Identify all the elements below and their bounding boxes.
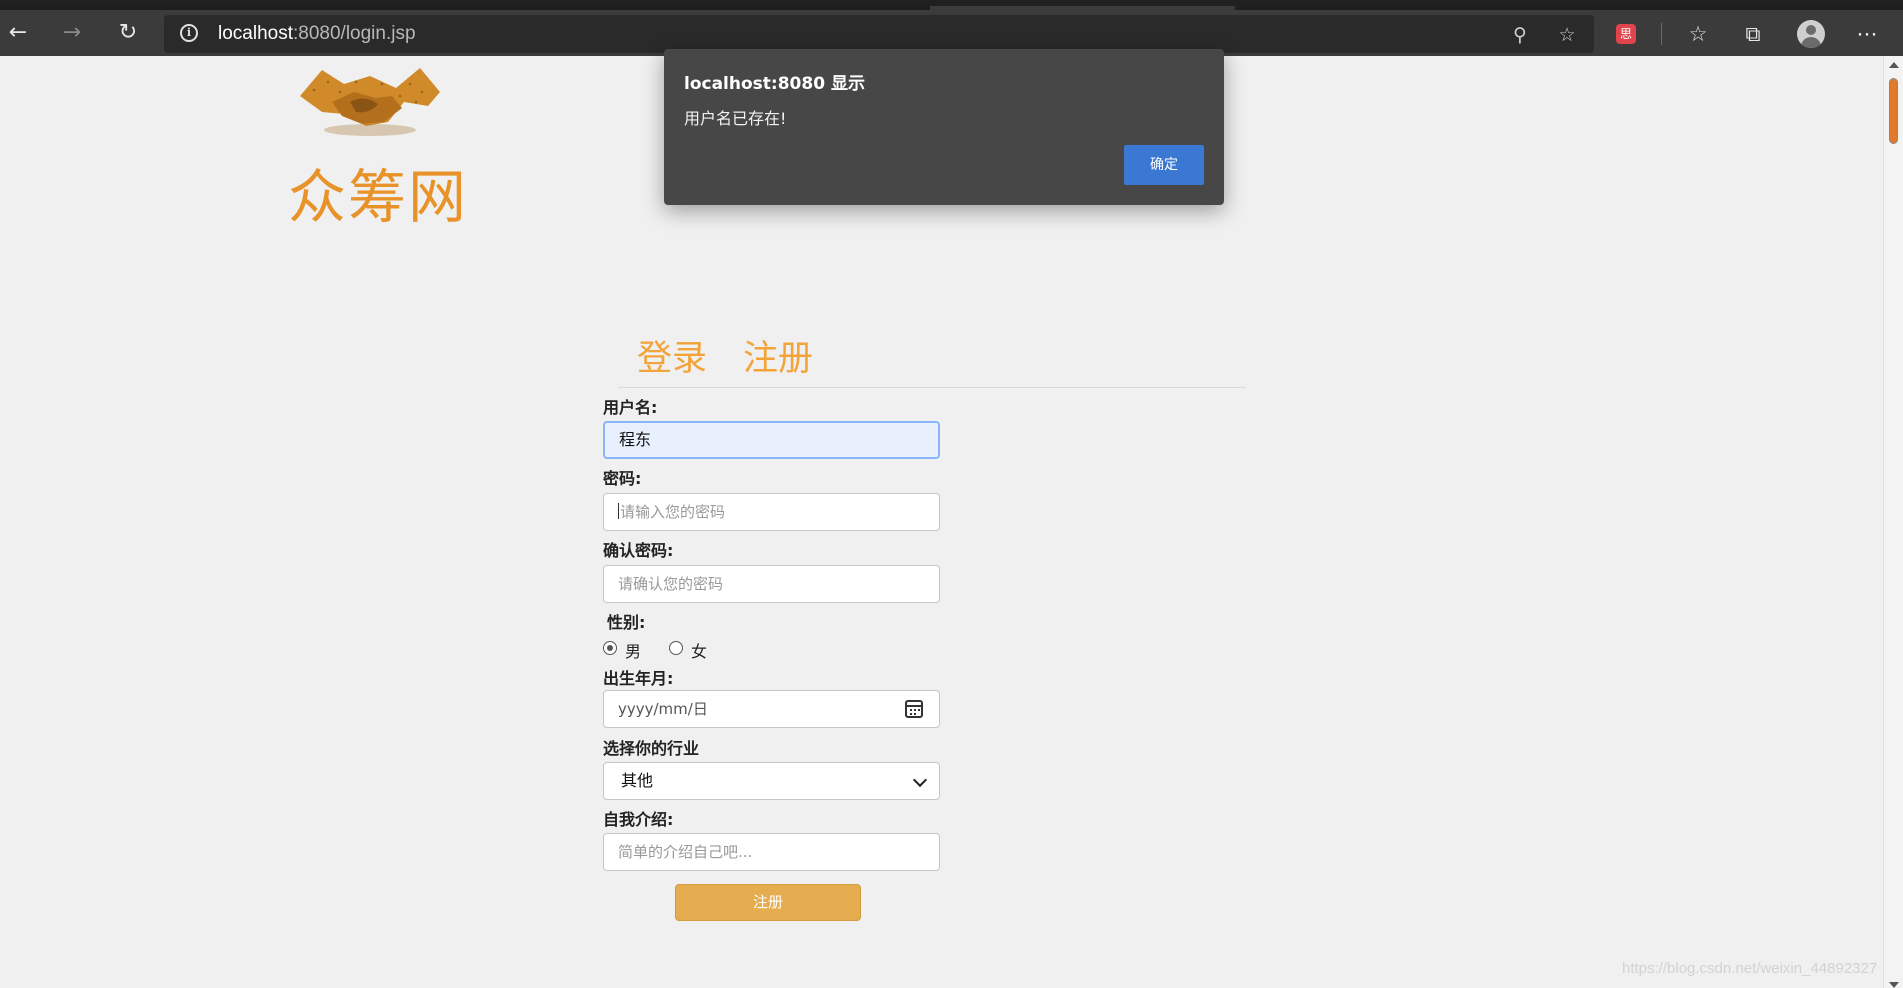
- browser-toolbar: ← → ↻ i localhost:8080/login.jsp ⚲ ☆ 思 ☆…: [0, 0, 1903, 56]
- username-value: 程东: [619, 430, 652, 449]
- confirm-password-field[interactable]: 请确认您的密码: [603, 565, 940, 603]
- confirm-password-label: 确认密码:: [603, 541, 674, 560]
- dialog-ok-button[interactable]: 确定: [1124, 145, 1204, 185]
- extension-icon[interactable]: 思: [1616, 24, 1636, 44]
- scroll-up-arrow-icon[interactable]: [1889, 62, 1899, 68]
- register-submit-button[interactable]: 注册: [675, 884, 861, 921]
- tab-strip-right: [1235, 6, 1903, 10]
- forward-arrow-icon[interactable]: →: [58, 19, 86, 47]
- url-host: localhost: [218, 23, 293, 44]
- gender-label: 性别:: [607, 613, 646, 632]
- calendar-icon[interactable]: [905, 700, 923, 718]
- tab-divider: [618, 387, 1246, 388]
- address-bar[interactable]: i localhost:8080/login.jsp ⚲ ☆: [164, 15, 1594, 53]
- confirm-password-placeholder: 请确认您的密码: [618, 575, 724, 593]
- tab-strip: [0, 6, 930, 10]
- text-caret: [618, 503, 619, 519]
- favorites-icon[interactable]: ☆: [1683, 19, 1713, 49]
- birth-date-label: 出生年月:: [603, 669, 674, 688]
- handshake-logo: [300, 68, 440, 136]
- watermark-text: https://blog.csdn.net/weixin_44892327: [1622, 960, 1878, 977]
- profile-body: [1801, 37, 1821, 48]
- birth-date-placeholder: yyyy/mm/日: [618, 700, 708, 718]
- tab-login[interactable]: 登录: [637, 330, 707, 381]
- profile-icon[interactable]: [1797, 20, 1825, 48]
- tab-register[interactable]: 注册: [743, 330, 813, 381]
- dialog-title: localhost:8080 显示: [684, 74, 865, 94]
- more-icon[interactable]: ⋯: [1852, 19, 1882, 49]
- zoom-out-icon[interactable]: ⚲: [1507, 22, 1533, 48]
- chevron-down-icon: [912, 772, 928, 788]
- intro-placeholder: 简单的介绍自己吧...: [618, 843, 753, 861]
- username-field[interactable]: 程东: [603, 421, 940, 459]
- intro-label: 自我介绍:: [603, 810, 674, 829]
- birth-date-input[interactable]: yyyy/mm/日: [603, 690, 940, 728]
- password-placeholder: 请输入您的密码: [620, 503, 726, 521]
- password-label: 密码:: [603, 469, 642, 488]
- scrollbar-thumb[interactable]: [1889, 78, 1898, 144]
- toolbar-separator: [1661, 23, 1662, 45]
- username-label: 用户名:: [603, 398, 658, 417]
- profile-head: [1806, 25, 1816, 35]
- alert-dialog: localhost:8080 显示 用户名已存在! 确定: [664, 49, 1224, 205]
- refresh-icon[interactable]: ↻: [114, 19, 142, 47]
- scroll-down-arrow-icon[interactable]: [1889, 982, 1899, 988]
- dialog-message: 用户名已存在!: [684, 109, 787, 128]
- industry-label: 选择你的行业: [603, 739, 700, 758]
- info-icon[interactable]: i: [180, 24, 198, 42]
- collections-icon[interactable]: ⧉: [1738, 19, 1768, 49]
- add-favorite-icon[interactable]: ☆: [1554, 22, 1580, 48]
- back-arrow-icon[interactable]: ←: [4, 19, 32, 47]
- gender-male-radio[interactable]: [603, 641, 617, 655]
- site-title: 众筹网: [288, 163, 469, 231]
- intro-field[interactable]: 简单的介绍自己吧...: [603, 833, 940, 871]
- password-field[interactable]: 请输入您的密码: [603, 493, 940, 531]
- page-scrollbar[interactable]: [1883, 56, 1903, 988]
- industry-select[interactable]: 其他: [603, 762, 940, 800]
- url-text: localhost:8080/login.jsp: [218, 23, 416, 45]
- industry-selected-value: 其他: [621, 771, 654, 790]
- gender-male-label: 男: [625, 642, 642, 661]
- url-path: :8080/login.jsp: [293, 23, 416, 44]
- gender-female-radio[interactable]: [669, 641, 683, 655]
- gender-female-label: 女: [691, 642, 708, 661]
